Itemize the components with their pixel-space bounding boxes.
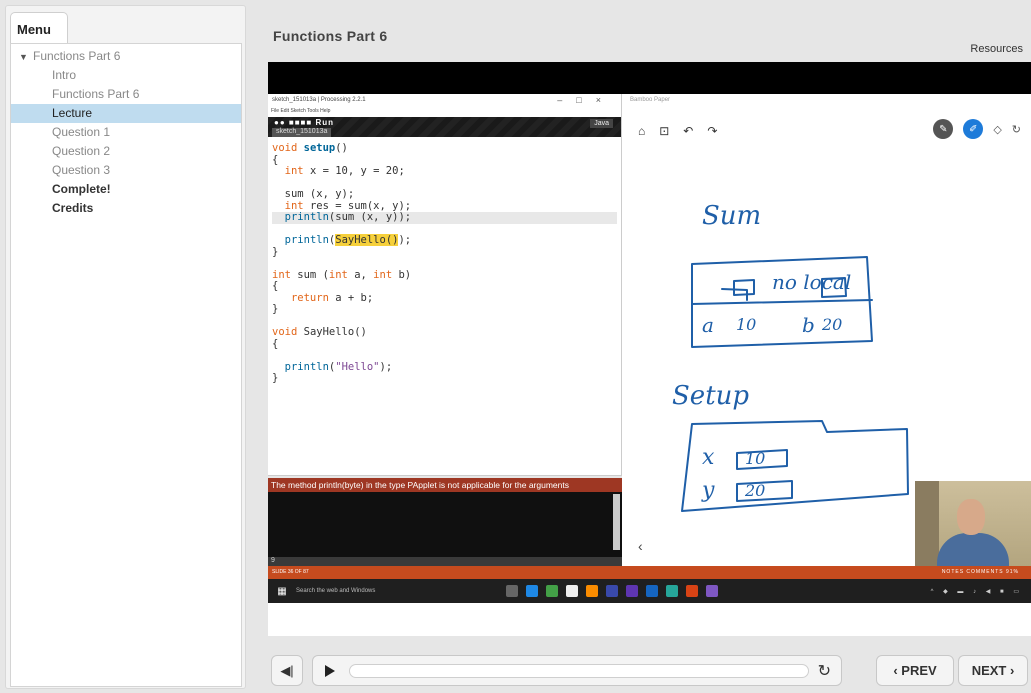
sketch-b-label: b xyxy=(802,313,815,337)
chrome-icon xyxy=(586,585,598,597)
menu-item-functions-part-6[interactable]: Functions Part 6 xyxy=(11,85,241,104)
paper-pen-tools: ✎ ✐ ◇ ↻ xyxy=(933,119,1021,139)
task-view-icon xyxy=(506,585,518,597)
webcam-instructor-head xyxy=(957,499,985,535)
brush-icon: ✐ xyxy=(963,119,984,139)
code-editor: void setup(){ int x = 10, y = 20; sum (x… xyxy=(268,137,621,391)
ide-menubar: File Edit Sketch Tools Help xyxy=(271,108,331,114)
video-player[interactable]: sketch_151013a | Processing 2.2.1 –□× Fi… xyxy=(268,62,1031,636)
onenote-icon xyxy=(646,585,658,597)
bamboo-icon xyxy=(666,585,678,597)
sketch-y-value: 20 xyxy=(744,481,765,500)
ide-error-message: The method println(byte) in the type PAp… xyxy=(268,478,622,492)
menu-panel: ▼ Functions Part 6 Intro Functions Part 6… xyxy=(10,43,242,687)
edge-icon xyxy=(526,585,538,597)
store-icon xyxy=(546,585,558,597)
player-controls: ◀| ↻ ‹ PREV NEXT › xyxy=(268,651,1031,689)
sketch-a-label: a xyxy=(702,313,714,337)
menu-list: ▼ Functions Part 6 Intro Functions Part 6… xyxy=(11,44,241,218)
menu-item-intro[interactable]: Intro xyxy=(11,66,241,85)
webcam-background-shelf xyxy=(915,481,939,566)
ide-toolbar: ●● ■■■■ Run Java sketch_151013a xyxy=(268,117,621,137)
sketch-no-local-label: no local xyxy=(772,270,851,294)
prev-button[interactable]: ‹ PREV xyxy=(876,655,954,686)
ide-window-title: sketch_151013a | Processing 2.2.1 xyxy=(272,97,366,103)
sketch-x-value: 10 xyxy=(745,449,765,468)
processing-app-icon-2 xyxy=(626,585,638,597)
window-controls-icon: –□× xyxy=(557,95,615,105)
taskbar-apps xyxy=(506,585,718,597)
ide-title-bar: sketch_151013a | Processing 2.2.1 –□× xyxy=(268,94,621,108)
volume-button[interactable]: ◀| xyxy=(271,655,303,686)
sketch-tab: sketch_151013a xyxy=(272,128,332,137)
instructor-webcam xyxy=(915,481,1031,566)
back-chevron-icon: ‹ xyxy=(638,538,643,554)
sketch-a-value: 10 xyxy=(736,315,756,334)
replay-icon[interactable]: ↻ xyxy=(818,661,831,681)
menu-tab[interactable]: Menu xyxy=(10,12,68,44)
console-scrollbar xyxy=(613,494,620,550)
webcam-instructor-body xyxy=(937,533,1009,566)
menu-item-question-3[interactable]: Question 3 xyxy=(11,161,241,180)
eraser-icon: ◇ xyxy=(993,123,1002,136)
paper-toolbar-icons: ⌂⊡↶↷ xyxy=(638,124,732,138)
sketch-setup-label: Setup xyxy=(672,381,749,411)
mode-selector: Java xyxy=(590,119,613,128)
video-frame: sketch_151013a | Processing 2.2.1 –□× Fi… xyxy=(268,94,1031,636)
processing-app-icon-3 xyxy=(706,585,718,597)
pen-icon: ✎ xyxy=(933,119,954,139)
menu-item-question-2[interactable]: Question 2 xyxy=(11,142,241,161)
undo-circle-icon: ↻ xyxy=(1011,123,1021,136)
slide-count: SLIDE 36 OF 87 xyxy=(272,569,309,575)
sum-frame-divider xyxy=(691,299,873,305)
menu-section-functions-part-6[interactable]: ▼ Functions Part 6 xyxy=(11,47,241,66)
menu-section-label: Functions Part 6 xyxy=(33,49,121,63)
play-icon[interactable] xyxy=(325,665,335,677)
sketch-y-label: y xyxy=(701,478,715,503)
speaker-icon: ◀| xyxy=(280,662,294,678)
menu-item-lecture[interactable]: Lecture xyxy=(11,104,241,123)
processing-ide-window: sketch_151013a | Processing 2.2.1 –□× Fi… xyxy=(268,94,622,566)
playback-bar: ↻ xyxy=(312,655,842,686)
windows-taskbar: ▦ Search the web and Windows ^ ◆ ▬ ♪ ◀ ■… xyxy=(268,579,1031,603)
menu-item-credits[interactable]: Credits xyxy=(11,199,241,218)
ide-status-line: 9 xyxy=(268,557,622,566)
run-label: Run xyxy=(315,118,334,127)
windows-start-icon: ▦ xyxy=(277,585,287,597)
sidebar: Menu ▼ Functions Part 6 Intro Functions P… xyxy=(5,5,246,689)
resources-link[interactable]: Resources xyxy=(970,43,1023,55)
caret-down-icon: ▼ xyxy=(19,52,28,62)
processing-app-icon xyxy=(606,585,618,597)
system-tray-icons: ^ ◆ ▬ ♪ ◀ ■ ▭ xyxy=(930,588,1023,595)
next-button[interactable]: NEXT › xyxy=(958,655,1028,686)
paper-title: Bamboo Paper xyxy=(630,97,671,103)
handwritten-sketch: Sum no local a 10 b 20 Setup x 10 y 20 xyxy=(672,201,909,512)
explorer-icon xyxy=(566,585,578,597)
progress-track[interactable] xyxy=(349,664,809,678)
menu-item-question-1[interactable]: Question 1 xyxy=(11,123,241,142)
run-icon: ●● ■■■■ Run xyxy=(274,118,334,127)
page-title: Functions Part 6 xyxy=(273,28,388,44)
lesson-player-app: Menu ▼ Functions Part 6 Intro Functions P… xyxy=(0,0,1031,693)
menu-item-complete[interactable]: Complete! xyxy=(11,180,241,199)
slide-status-bar: SLIDE 36 OF 87 NOTES COMMENTS 91% xyxy=(268,566,1031,579)
sketch-x-label: x xyxy=(702,445,715,470)
setup-frame-box xyxy=(681,420,909,512)
sketch-b-value: 20 xyxy=(821,315,842,334)
sketch-sum-label: Sum xyxy=(702,201,761,231)
powerpoint-icon xyxy=(686,585,698,597)
ide-console xyxy=(268,492,622,557)
slide-status-right: NOTES COMMENTS 91% xyxy=(941,569,1019,575)
taskbar-search: Search the web and Windows xyxy=(296,588,376,594)
